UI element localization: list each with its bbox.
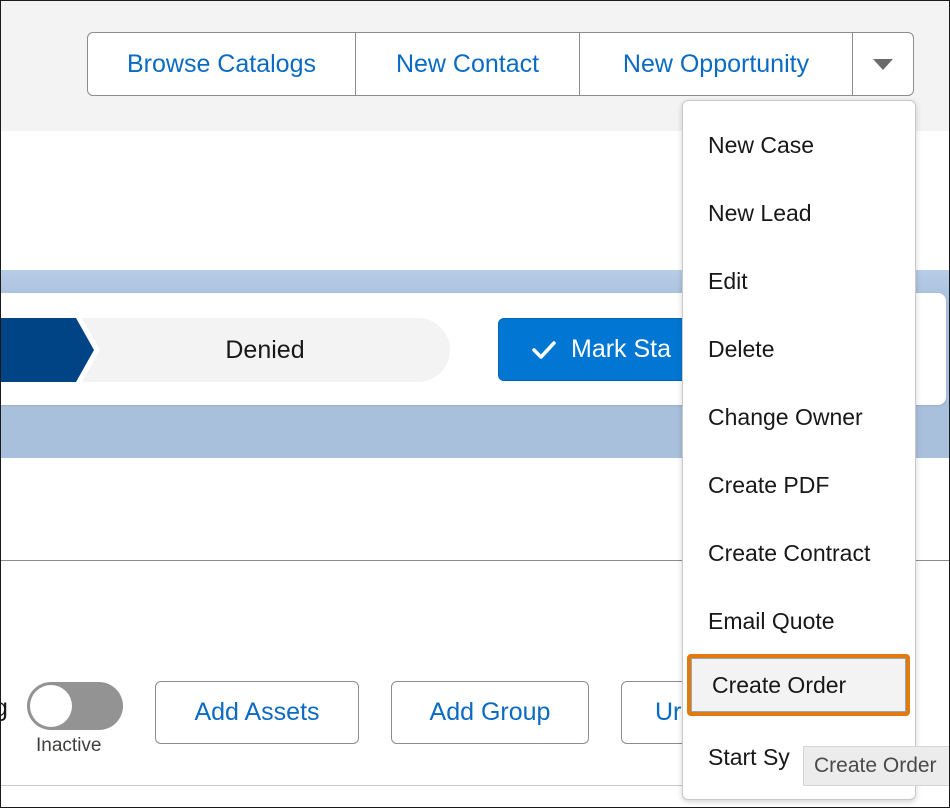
menu-item-email-quote[interactable]: Email Quote	[683, 601, 915, 641]
menu-item-delete[interactable]: Delete	[683, 329, 915, 369]
path-stage-active[interactable]	[0, 318, 94, 382]
path-stage-label: Denied	[225, 335, 305, 364]
toggle-knob	[30, 685, 72, 727]
new-contact-button[interactable]: New Contact	[356, 33, 580, 95]
add-group-button[interactable]: Add Group	[391, 681, 589, 744]
new-opportunity-button[interactable]: New Opportunity	[580, 33, 853, 95]
toggle-label: g	[0, 694, 8, 722]
more-actions-menu: New Case New Lead Edit Delete Change Own…	[682, 100, 916, 800]
mark-stage-label: Mark Sta	[571, 335, 672, 363]
add-assets-button[interactable]: Add Assets	[155, 681, 359, 744]
header-action-group: Browse Catalogs New Contact New Opportun…	[87, 32, 914, 96]
tooltip: Create Order	[803, 746, 950, 786]
menu-item-new-lead[interactable]: New Lead	[683, 193, 915, 233]
menu-item-create-contract[interactable]: Create Contract	[683, 533, 915, 573]
status-toggle[interactable]	[27, 682, 123, 730]
browse-catalogs-button[interactable]: Browse Catalogs	[88, 33, 356, 95]
toggle-state-text: Inactive	[36, 735, 102, 756]
menu-item-create-order[interactable]: Create Order	[687, 654, 910, 716]
menu-item-change-owner[interactable]: Change Owner	[683, 397, 915, 437]
chevron-down-icon	[873, 58, 893, 70]
menu-item-edit[interactable]: Edit	[683, 261, 915, 301]
more-actions-button[interactable]	[853, 33, 913, 95]
menu-item-new-case[interactable]: New Case	[683, 125, 915, 165]
menu-item-create-pdf[interactable]: Create PDF	[683, 465, 915, 505]
checkmark-icon	[532, 340, 556, 359]
